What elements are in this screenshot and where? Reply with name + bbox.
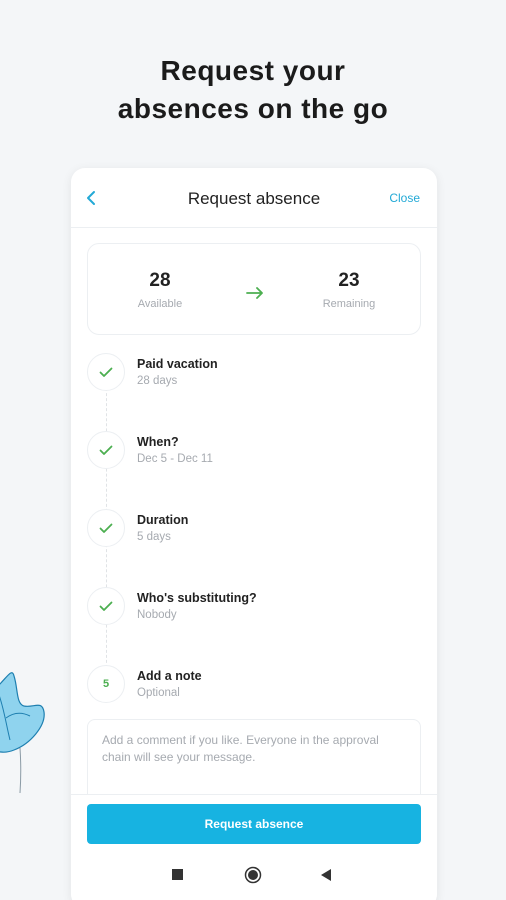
step-status-circle xyxy=(87,431,125,469)
close-button[interactable]: Close xyxy=(389,191,420,205)
step-subtitle: Nobody xyxy=(137,609,177,621)
page-title: Request absence xyxy=(187,189,321,208)
check-icon xyxy=(99,367,113,377)
phone-frame: Request absence Close 28 Available 23 Re… xyxy=(71,168,437,900)
step-title: When? xyxy=(137,435,179,449)
triangle-back-icon[interactable] xyxy=(320,868,332,882)
available-value: 28 xyxy=(149,270,171,291)
available-label: Available xyxy=(137,298,183,310)
check-icon xyxy=(99,445,113,455)
step-status-circle xyxy=(87,587,125,625)
step-subtitle: 5 days xyxy=(137,531,171,543)
step-title: Add a note xyxy=(137,669,202,683)
action-bar: Request absence xyxy=(71,794,437,850)
step-title: Paid vacation xyxy=(137,357,218,371)
step-status-circle: 5 xyxy=(87,665,125,703)
step-number: 5 xyxy=(102,678,110,690)
check-icon xyxy=(99,523,113,533)
check-icon xyxy=(99,601,113,611)
android-nav-bar xyxy=(71,850,437,900)
step-duration[interactable]: Duration 5 days xyxy=(87,509,421,549)
app-bar: Request absence Close xyxy=(71,168,437,228)
leaf-illustration-icon xyxy=(0,672,45,794)
request-absence-button[interactable]: Request absence xyxy=(87,804,421,844)
headline-line-2: absences on the go xyxy=(117,93,389,124)
square-icon[interactable] xyxy=(172,869,183,880)
step-subtitle: 28 days xyxy=(137,375,178,387)
step-title: Who's substituting? xyxy=(137,591,257,605)
step-leave-type[interactable]: Paid vacation 28 days xyxy=(87,353,421,393)
step-substitute[interactable]: Who's substituting? Nobody xyxy=(87,587,421,627)
step-when[interactable]: When? Dec 5 - Dec 11 xyxy=(87,431,421,471)
remaining-label: Remaining xyxy=(322,298,376,310)
step-status-circle xyxy=(87,509,125,547)
balance-summary-card: 28 Available 23 Remaining xyxy=(87,243,421,335)
step-subtitle: Dec 5 - Dec 11 xyxy=(137,453,213,465)
headline: Request your absences on the go xyxy=(0,52,506,128)
step-add-note[interactable]: 5 Add a note Optional xyxy=(87,665,421,705)
available-stat: 28 Available xyxy=(100,270,220,310)
step-status-circle xyxy=(87,353,125,391)
remaining-stat: 23 Remaining xyxy=(289,270,409,310)
headline-line-1: Request your xyxy=(160,55,346,86)
remaining-value: 23 xyxy=(338,270,360,291)
arrow-right-icon xyxy=(246,287,263,299)
step-title: Duration xyxy=(137,513,189,527)
step-subtitle: Optional xyxy=(137,687,180,699)
circle-icon[interactable] xyxy=(244,866,262,884)
